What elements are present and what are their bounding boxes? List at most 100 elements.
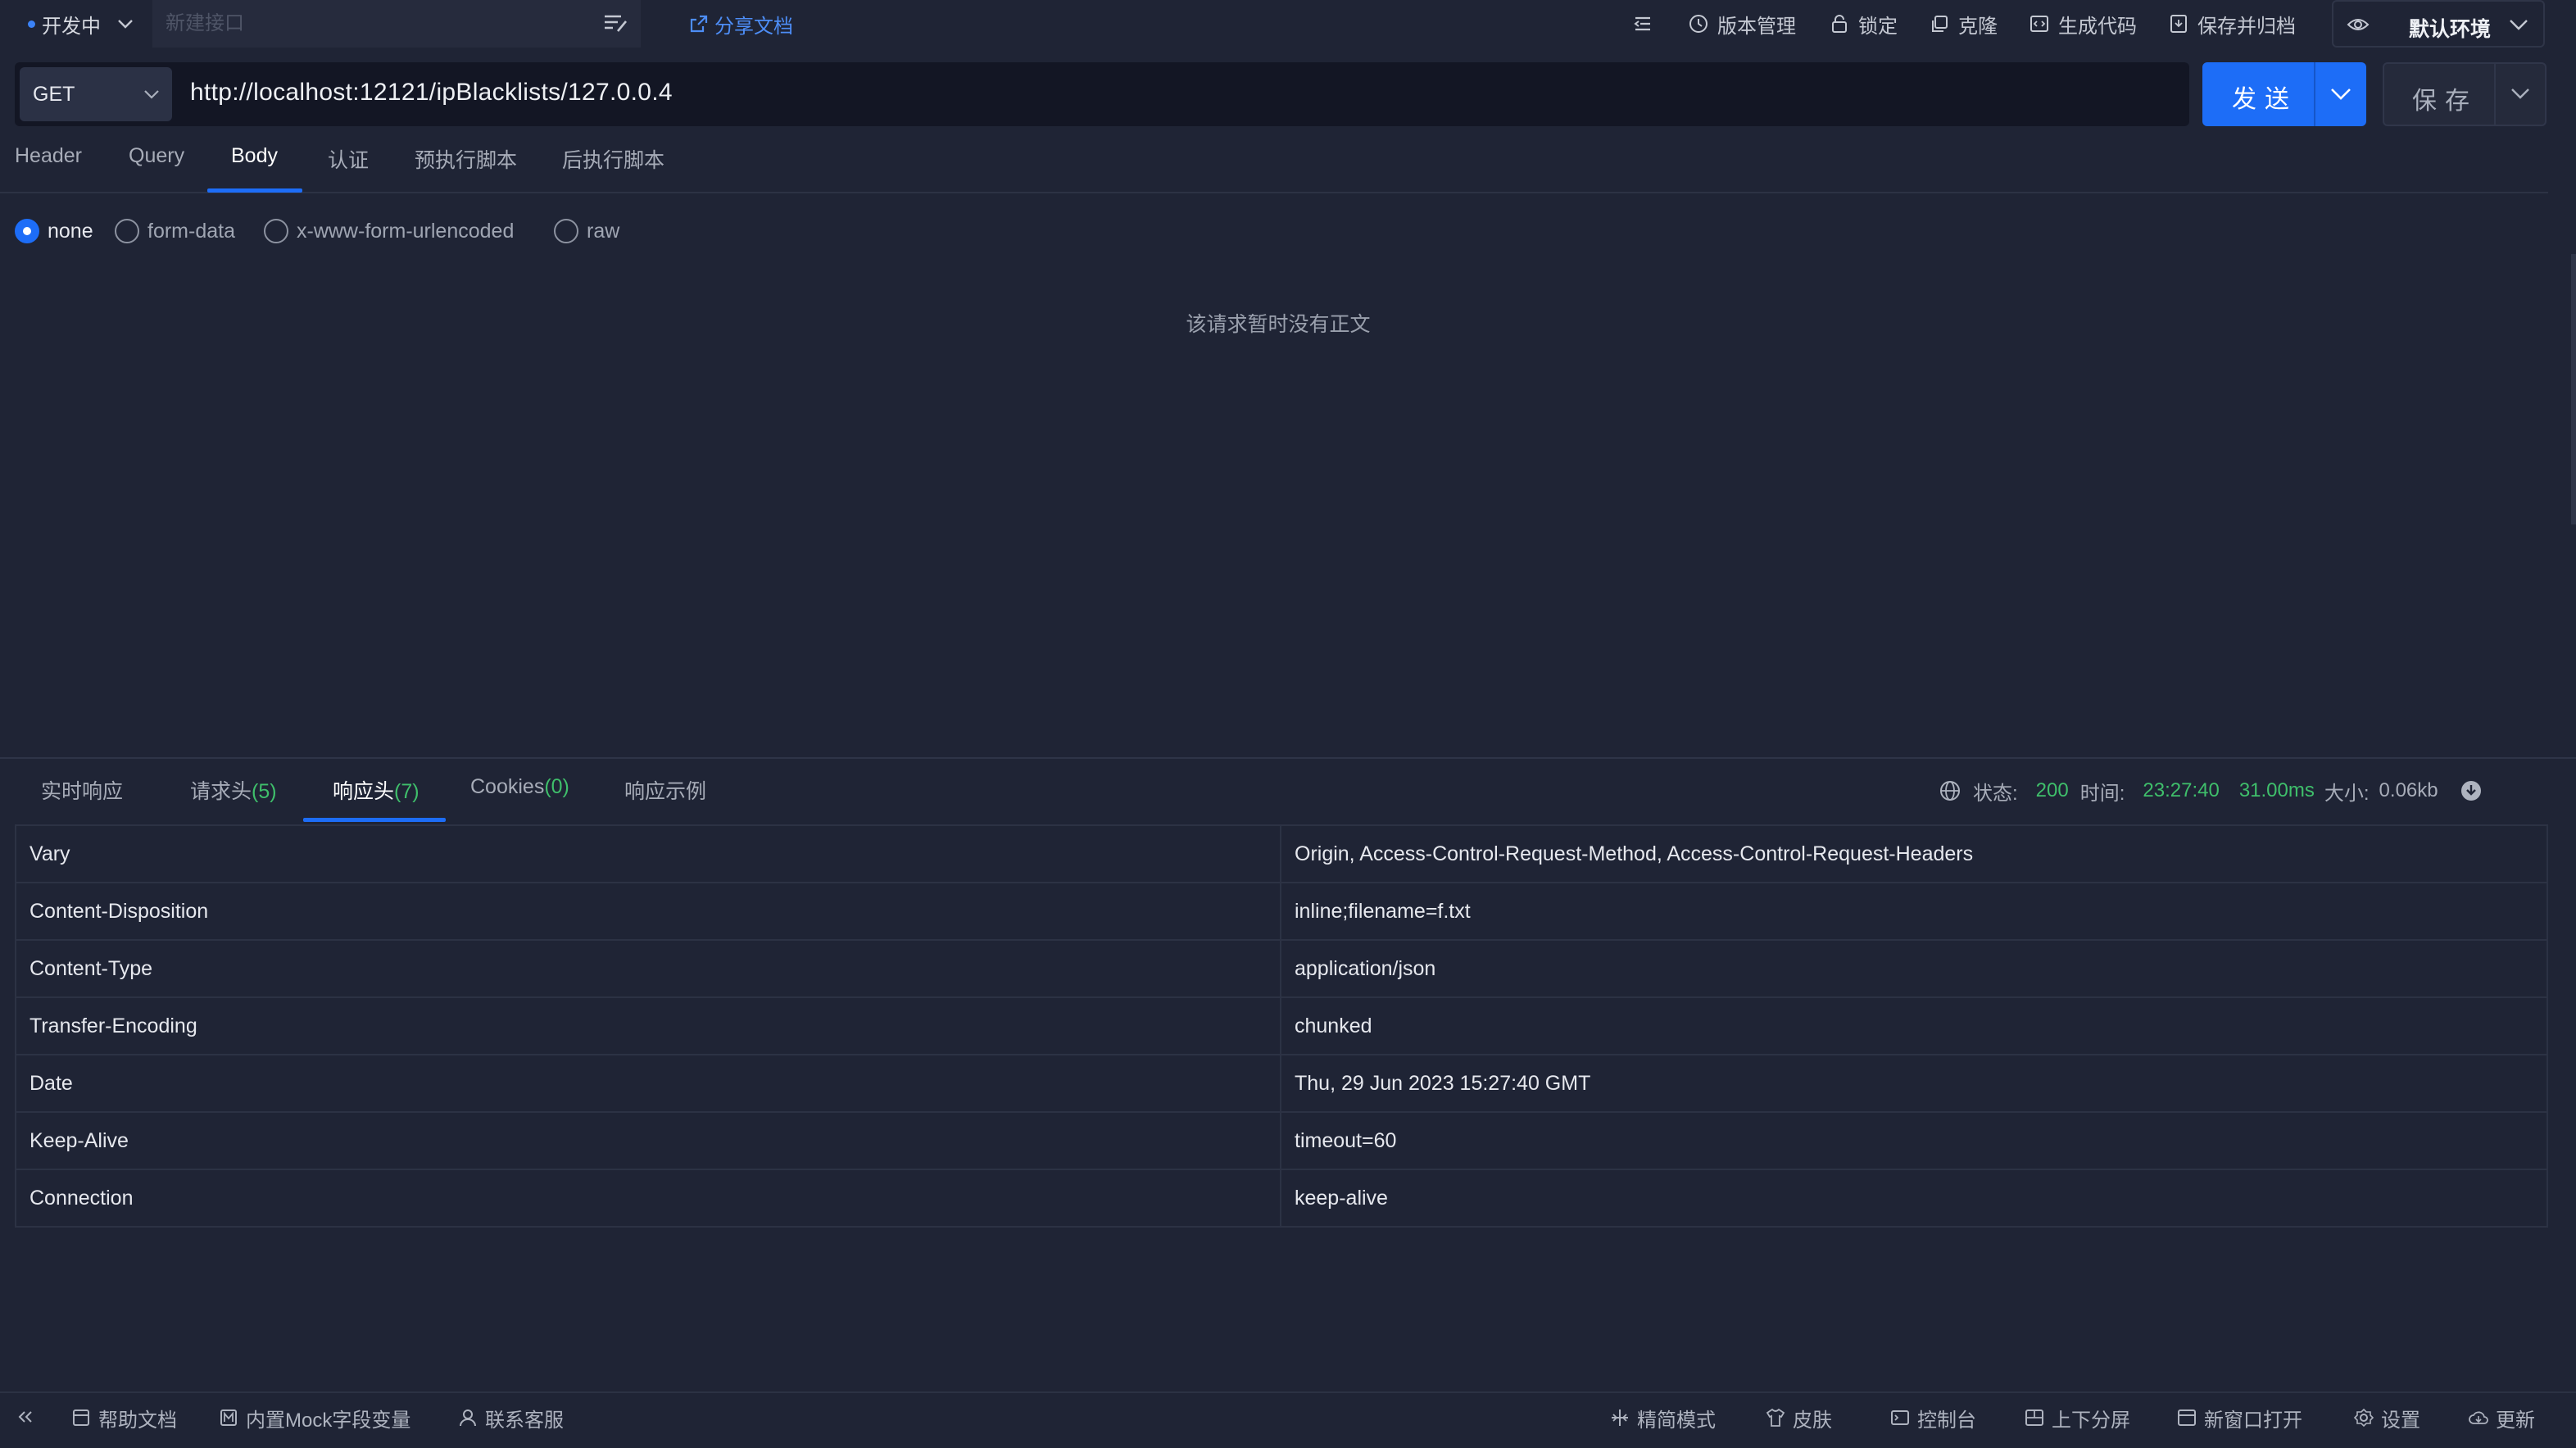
compress-icon [1612, 1409, 1628, 1426]
status-code: 200 [2035, 779, 2069, 801]
url-input[interactable]: http://localhost:12121/ipBlacklists/127.… [190, 79, 673, 107]
header-value: inline;filename=f.txt [1281, 883, 2548, 939]
radio-label: x-www-form-urlencoded [297, 219, 515, 243]
api-name-input[interactable] [152, 0, 641, 48]
settings-button[interactable]: 设置 [2353, 1403, 2420, 1432]
split-view-button[interactable]: 上下分屏 [2024, 1403, 2130, 1432]
archive-button[interactable]: 保存并归档 [2168, 8, 2296, 39]
format-icon[interactable] [601, 10, 629, 38]
method-select[interactable]: GET [20, 67, 172, 121]
tab-label: 响应头 [333, 780, 395, 803]
new-window-label: 新窗口打开 [2204, 1409, 2302, 1432]
radio-circle [264, 219, 288, 243]
clone-label: 克隆 [1958, 15, 1998, 38]
environment-label: 默认环境 [2409, 18, 2492, 41]
environment-select[interactable]: 默认环境 [2332, 0, 2545, 48]
tab-body[interactable]: Body [231, 144, 278, 193]
time-value: 23:27:40 [2143, 779, 2220, 801]
tab-header[interactable]: Header [15, 144, 82, 193]
chevron-down-icon[interactable] [2329, 85, 2353, 103]
url-bar: GET http://localhost:12121/ipBlacklists/… [15, 62, 2189, 126]
share-icon [690, 15, 708, 33]
tab-request-headers[interactable]: 请求头(5) [190, 775, 277, 805]
header-key: Date [16, 1055, 1281, 1111]
user-icon [460, 1409, 476, 1427]
chevron-down-icon [2510, 20, 2528, 30]
chevron-down-icon[interactable] [2509, 85, 2532, 103]
window-icon [2178, 1409, 2196, 1426]
update-button[interactable]: 更新 [2468, 1403, 2535, 1432]
header-key: Content-Disposition [16, 883, 1281, 939]
tab-query[interactable]: Query [129, 144, 184, 193]
lock-button[interactable]: 锁定 [1829, 8, 1898, 39]
copy-icon [1932, 16, 1948, 32]
version-button[interactable]: 版本管理 [1688, 8, 1796, 39]
send-button[interactable]: 发送 [2202, 62, 2366, 126]
table-row: Keep-Alive timeout=60 [16, 1113, 2548, 1170]
response-status: 状态: 200 时间: 23:27:40 31.00ms 大小: 0.06kb [1939, 777, 2483, 805]
tab-realtime[interactable]: 实时响应 [41, 775, 123, 805]
status-dot [28, 20, 35, 28]
save-button[interactable]: 保存 [2383, 62, 2547, 126]
settings-label: 设置 [2381, 1409, 2420, 1432]
radio-label: none [48, 219, 93, 243]
time-label: 时间: [2079, 782, 2125, 805]
tab-examples[interactable]: 响应示例 [624, 775, 706, 805]
tab-response-headers[interactable]: 响应头(7) [333, 775, 420, 805]
tab-post-script[interactable]: 后执行脚本 [562, 144, 664, 193]
cloud-icon [2469, 1411, 2488, 1424]
support-button[interactable]: 联系客服 [457, 1403, 564, 1432]
simple-mode-label: 精简模式 [1637, 1409, 1716, 1432]
help-doc-label: 帮助文档 [98, 1409, 177, 1432]
gencode-button[interactable]: 生成代码 [2029, 8, 2137, 39]
update-label: 更新 [2496, 1409, 2535, 1432]
simple-mode-button[interactable]: 精简模式 [1609, 1403, 1716, 1432]
table-row: Connection keep-alive [16, 1170, 2548, 1228]
pane-divider[interactable] [0, 757, 2576, 759]
env-status-label: 开发中 [42, 15, 101, 38]
tab-auth[interactable]: 认证 [328, 144, 369, 193]
radio-urlencoded[interactable]: x-www-form-urlencoded [264, 216, 514, 246]
table-row: Transfer-Encoding chunked [16, 998, 2548, 1055]
lock-icon [1832, 15, 1847, 33]
help-doc-button[interactable]: 帮助文档 [70, 1403, 177, 1432]
empty-body-message: 该请求暂时没有正文 [1186, 313, 1371, 336]
mock-icon [220, 1409, 237, 1426]
radio-form-data[interactable]: form-data [115, 216, 235, 246]
chevron-down-icon [144, 90, 159, 99]
radio-none[interactable]: none [15, 216, 93, 246]
radio-raw[interactable]: raw [554, 216, 619, 246]
version-label: 版本管理 [1717, 15, 1796, 38]
indent-icon [1634, 16, 1650, 31]
gear-icon [2353, 1408, 2374, 1428]
table-row: Content-Disposition inline;filename=f.tx… [16, 883, 2548, 941]
tab-count: (0) [544, 775, 569, 798]
header-value: application/json [1281, 941, 2548, 996]
mock-vars-button[interactable]: 内置Mock字段变量 [218, 1403, 410, 1432]
env-status-select[interactable]: 开发中 [16, 3, 149, 44]
new-window-button[interactable]: 新窗口打开 [2176, 1403, 2302, 1432]
status-label: 状态: [1973, 782, 2018, 805]
header-key: Vary [16, 826, 1281, 882]
tab-cookies[interactable]: Cookies(0) [470, 775, 569, 799]
table-row: Content-Type application/json [16, 941, 2548, 998]
active-tab-indicator [303, 818, 446, 822]
header-value: timeout=60 [1281, 1113, 2548, 1169]
collapse-button[interactable] [15, 1403, 36, 1432]
lock-label: 锁定 [1858, 15, 1898, 38]
download-icon[interactable] [2460, 779, 2483, 802]
eye-icon[interactable] [2347, 15, 2370, 34]
header-value: chunked [1281, 998, 2548, 1054]
header-value: Origin, Access-Control-Request-Method, A… [1281, 826, 2548, 882]
indent-button[interactable] [1632, 8, 1653, 39]
console-button[interactable]: 控制台 [1889, 1403, 1976, 1432]
skin-button[interactable]: 皮肤 [1765, 1403, 1832, 1432]
clone-button[interactable]: 克隆 [1929, 8, 1998, 39]
split-icon [2025, 1409, 2043, 1426]
history-icon [1689, 15, 1708, 33]
tab-label: 请求头 [190, 780, 252, 803]
scrollbar[interactable] [2571, 254, 2576, 524]
radio-label: form-data [147, 219, 235, 243]
tab-pre-script[interactable]: 预执行脚本 [415, 144, 517, 193]
share-doc-link[interactable]: 分享文档 [688, 10, 793, 38]
